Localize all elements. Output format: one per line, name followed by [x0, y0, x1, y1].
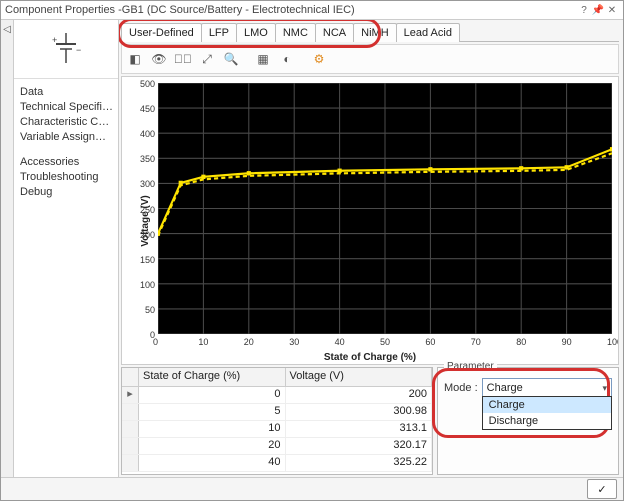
tab-nca[interactable]: NCA	[315, 23, 354, 42]
chart-area: Voltage (V) State of Charge (%) 01020304…	[121, 76, 619, 365]
mode-combobox[interactable]: Charge ▾ Charge Discharge	[482, 378, 612, 398]
window-root: Component Properties -GB1 (DC Source/Bat…	[0, 0, 624, 501]
tool-fit-icon[interactable]: ⤢	[196, 48, 218, 70]
pin-button[interactable]: 📌	[591, 5, 605, 16]
tab-user-defined[interactable]: User-Defined	[121, 23, 202, 42]
y-tick: 400	[140, 129, 155, 139]
tool-zoom-icon[interactable]: 🔍	[220, 48, 242, 70]
table-row[interactable]: 5300.98	[122, 404, 432, 421]
tool-contrast-icon[interactable]: ◐	[276, 48, 298, 70]
tool-select-icon[interactable]: �⃞	[172, 48, 194, 70]
y-tick: 50	[145, 305, 155, 315]
nav-data[interactable]: Data	[20, 85, 114, 100]
chart-xlabel: State of Charge (%)	[324, 352, 416, 363]
x-tick: 40	[335, 337, 345, 347]
table-header-soc[interactable]: State of Charge (%)	[139, 368, 286, 386]
tab-lmo[interactable]: LMO	[236, 23, 276, 42]
title-bar: Component Properties -GB1 (DC Source/Bat…	[1, 1, 623, 20]
table-row[interactable]: 40325.22	[122, 455, 432, 472]
y-tick: 300	[140, 179, 155, 189]
y-tick: 350	[140, 154, 155, 164]
nav-tech-specs[interactable]: Technical Specifications	[20, 100, 114, 115]
table-body[interactable]: ▸02005300.9810313.120320.1740325.22	[122, 387, 432, 474]
mode-option-charge[interactable]: Charge	[483, 397, 611, 413]
nav-troubleshooting[interactable]: Troubleshooting	[20, 170, 114, 185]
y-tick: 200	[140, 230, 155, 240]
parameter-panel: Parameter Mode : Charge ▾ Charge Dischar…	[437, 367, 619, 475]
nav-var-assign[interactable]: Variable Assignment	[20, 130, 114, 145]
y-tick: 500	[140, 79, 155, 89]
svg-text:−: −	[76, 45, 81, 55]
tool-chart-type-icon[interactable]: ◧	[124, 48, 146, 70]
x-tick: 60	[425, 337, 435, 347]
y-tick: 250	[140, 205, 155, 215]
table-row[interactable]: ▸0200	[122, 387, 432, 404]
nav-accessories[interactable]: Accessories	[20, 155, 114, 170]
chevron-down-icon: ▾	[602, 383, 607, 394]
x-tick: 10	[198, 337, 208, 347]
x-tick: 70	[471, 337, 481, 347]
bottom-row: State of Charge (%) Voltage (V) ▸0200530…	[121, 367, 619, 475]
sidebar-collapse[interactable]: ◁	[1, 20, 14, 477]
tool-settings-icon[interactable]: ⚙	[308, 48, 330, 70]
y-tick: 100	[140, 280, 155, 290]
svg-text:+: +	[52, 35, 57, 45]
tab-lfp[interactable]: LFP	[201, 23, 237, 42]
window-title: Component Properties -GB1 (DC Source/Bat…	[5, 4, 355, 16]
x-tick: 50	[380, 337, 390, 347]
parameter-group-label: Parameter	[444, 361, 497, 372]
y-tick: 450	[140, 104, 155, 114]
tab-lead-acid[interactable]: Lead Acid	[396, 23, 460, 42]
tab-nimh[interactable]: NiMH	[353, 23, 397, 42]
help-button[interactable]: ?	[577, 5, 591, 16]
mode-dropdown: Charge Discharge	[482, 396, 612, 430]
close-button[interactable]: ✕	[605, 5, 619, 16]
x-tick: 90	[562, 337, 572, 347]
tool-view-icon[interactable]: 👁	[148, 48, 170, 70]
battery-type-tabs: User-Defined LFP LMO NMC NCA NiMH Lead A…	[121, 22, 619, 42]
tab-nmc[interactable]: NMC	[275, 23, 316, 42]
table-row[interactable]: 20320.17	[122, 438, 432, 455]
nav-debug[interactable]: Debug	[20, 185, 114, 200]
data-table: State of Charge (%) Voltage (V) ▸0200530…	[121, 367, 433, 475]
main-panel: User-Defined LFP LMO NMC NCA NiMH Lead A…	[119, 20, 623, 477]
x-tick: 100	[607, 337, 619, 347]
mode-option-discharge[interactable]: Discharge	[483, 413, 611, 429]
chart-toolbar: ◧ 👁 �⃞ ⤢ 🔍 ▦ ◐ ⚙	[121, 44, 619, 74]
mode-label: Mode :	[444, 382, 478, 394]
nav-char-curves[interactable]: Characteristic Curves	[20, 115, 114, 130]
x-tick: 20	[244, 337, 254, 347]
chart-plot[interactable]	[158, 83, 612, 334]
sidebar: + − Data Technical Specifications Charac…	[14, 20, 119, 477]
mode-value: Charge	[487, 382, 523, 394]
x-tick: 80	[516, 337, 526, 347]
x-tick: 30	[289, 337, 299, 347]
component-symbol: + −	[14, 20, 118, 79]
table-row[interactable]: 10313.1	[122, 421, 432, 438]
tool-grid-icon[interactable]: ▦	[252, 48, 274, 70]
dialog-footer: ✓	[1, 477, 623, 500]
y-tick: 150	[140, 255, 155, 265]
battery-symbol-icon: + −	[46, 29, 86, 69]
y-tick: 0	[150, 330, 155, 340]
chevron-left-icon: ◁	[3, 24, 11, 35]
table-header-voltage[interactable]: Voltage (V)	[286, 368, 433, 386]
sidebar-nav: Data Technical Specifications Characteri…	[14, 79, 118, 200]
checkmark-icon: ✓	[597, 483, 606, 496]
ok-button[interactable]: ✓	[587, 479, 617, 499]
